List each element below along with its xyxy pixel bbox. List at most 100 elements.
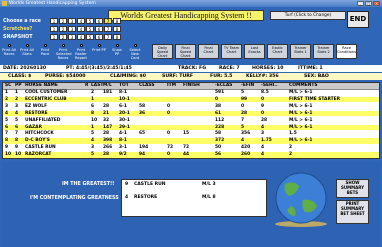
kelly: KELLY#: 356 (246, 74, 279, 79)
table-row[interactable]: 9 9 CASTLE RUN 3 266 3-1 194 72 72 50 420 4 2 (3, 145, 379, 151)
column-header[interactable]: SC (5, 83, 11, 89)
column-header[interactable]: HORSE NAME (25, 83, 58, 89)
column-header[interactable]: -EFIN (241, 83, 254, 89)
chart-button-0[interactable]: Daily Speed Chart (152, 44, 173, 59)
snapshot-button-1[interactable]: 1 (50, 34, 58, 40)
table-cell: 58 (215, 131, 222, 137)
option-6[interactable]: Show PP (110, 44, 124, 56)
table-row[interactable]: 5 5 UNAFFILIATED 10 32 30-1 112 7 28 M/L > 6-1 (3, 118, 379, 124)
column-header[interactable]: FINISH (183, 83, 200, 89)
table-row[interactable]: 3 3 EZ WOLF 6 28 6-1 58 0 38 0 9 M/L > 6-1 (3, 104, 379, 110)
table-row[interactable]: 4 4 RESTORE 8 21 20-1 36 0 61 28 0 M/L > 6-1 (3, 110, 379, 117)
option-1[interactable]: Print All Stats (20, 44, 34, 56)
table-row[interactable]: 2 2 ECCENTRIC CLUB 1 10-1 0 99 0 FIRST TIME STAR… (3, 96, 379, 103)
column-header[interactable]: ITM (167, 83, 176, 89)
chart-button-8[interactable]: Race Conditions (336, 44, 357, 59)
option-7[interactable]: Select New Card (128, 44, 142, 60)
option-2[interactable]: Print Pace (38, 44, 52, 56)
chart-button-2[interactable]: Final Chart (198, 44, 219, 59)
snapshot-button-7[interactable]: 7 (104, 34, 112, 40)
column-header[interactable]: CLASS (139, 83, 155, 89)
column-header[interactable]: LAST (91, 83, 103, 89)
table-cell: 29-1 (119, 124, 130, 130)
table-cell: 5 (91, 131, 95, 137)
table-cell: M/L > 6-1 (289, 110, 313, 116)
column-header[interactable]: COMMENTS (289, 83, 318, 89)
chart-button-4[interactable]: Last Exacta (244, 44, 265, 59)
table-row[interactable]: 1 1 COOL CUSTOMER 2 181 8-1 591 5 8.5 M/L > 6-1 (3, 90, 379, 96)
race-button-3[interactable]: 3 (68, 18, 76, 24)
column-header[interactable]: M/L (103, 83, 112, 89)
table-cell: 44 (183, 152, 190, 158)
table-cell: 0 (215, 96, 219, 102)
scratch-button-7[interactable]: 7 (104, 26, 112, 32)
snapshot-button-6[interactable]: 6 (95, 34, 103, 40)
column-header[interactable]: -SEHI.. (261, 83, 278, 89)
maximize-icon[interactable]: □ (365, 1, 372, 6)
table-row[interactable]: 10 10 RAZORCAT 5 28 9/2 94 0 44 56 260 4 2 (3, 152, 379, 158)
table-cell: M/L > 6-1 (289, 90, 313, 95)
radio-icon (97, 44, 101, 47)
end-button[interactable]: END (347, 11, 369, 28)
contemplating-label: I'M CONTEMPLATING GREATNESS (30, 196, 119, 201)
table-cell: 0 (261, 96, 265, 102)
scratch-button-4[interactable]: 4 (77, 26, 85, 32)
snapshot-button-4[interactable]: 4 (77, 34, 85, 40)
table-cell: 5 (5, 117, 9, 123)
table-cell: 28 (103, 103, 110, 109)
show-summary-bets-button[interactable]: SHOW SUMMARY BETS (336, 179, 369, 198)
column-header[interactable]: TOT (119, 83, 129, 89)
table-cell: 5 (15, 117, 19, 123)
chart-button-5[interactable]: Exotic Chart (267, 44, 288, 59)
table-cell: 9/2 (119, 152, 127, 158)
option-4[interactable]: Print Roster Report (74, 44, 88, 60)
table-cell: 7 (15, 131, 19, 137)
scratch-button-1[interactable]: 1 (50, 26, 58, 32)
table-cell: HITCHCOCK (25, 131, 54, 137)
turf-button[interactable]: Turf (Click to Change) (270, 11, 346, 20)
table-cell: 3 (15, 103, 19, 109)
column-header[interactable]: -ECLAS (215, 83, 232, 89)
chart-button-6[interactable]: Trainer Stats 1 (290, 44, 311, 59)
scratch-button-6[interactable]: 6 (95, 26, 103, 32)
snapshot-button-3[interactable]: 3 (68, 34, 76, 40)
chart-button-7[interactable]: Trainer Stats 2 (313, 44, 334, 59)
race-button-7[interactable]: 7 (104, 18, 112, 24)
race-button-4[interactable]: 4 (77, 18, 85, 24)
table-cell: 28 (103, 131, 110, 137)
column-header[interactable]: R (85, 83, 88, 89)
scratch-button-5[interactable]: 5 (86, 26, 94, 32)
snapshot-button-5[interactable]: 5 (86, 34, 94, 40)
scratch-button-3[interactable]: 3 (68, 26, 76, 32)
close-icon[interactable]: × (373, 1, 380, 6)
snapshot-button-8[interactable]: 8 (113, 34, 121, 40)
print-summary-bet-sheet-button[interactable]: PRINT SUMMARY BET SHEET (336, 200, 369, 224)
race-button-6[interactable]: 6 (95, 18, 103, 24)
table-cell: 8-1 (119, 138, 127, 144)
table-row[interactable]: 7 7 HITCHCOCK 5 28 4-1 65 0 15 58 356 3 1.5 (3, 131, 379, 137)
scratch-button-2[interactable]: 2 (59, 26, 67, 32)
table-cell: 4 (261, 145, 265, 151)
option-0[interactable]: Print All Races (2, 44, 16, 56)
option-5[interactable]: Print PP (92, 44, 106, 52)
chart-button-3[interactable]: TV Team Chart (221, 44, 242, 59)
option-3[interactable]: Print Selected Races (56, 44, 72, 60)
table-cell: EZ WOLF (25, 103, 48, 109)
post-time: PT: 4:45/(3:45)/2:45/1:45 (66, 66, 132, 71)
table-row[interactable]: 6 6 GAZAR 1 147 29-1 228 5 4 M/L > 6-1 (3, 124, 379, 131)
track: TRACK: FG (178, 66, 207, 71)
race-button-1[interactable]: 1 (50, 18, 58, 24)
race-button-2[interactable]: 2 (59, 18, 67, 24)
table-cell: 30-1 (119, 117, 130, 123)
chart-button-1[interactable]: Final Speed Chart (175, 44, 196, 59)
table-row[interactable]: 8 8 D-C BOY'S 4 398 8-1 372 4 1.75 M/L > 6-1 (3, 138, 379, 144)
table-cell: 420 (241, 145, 251, 151)
race-button-8[interactable]: 8 (113, 18, 121, 24)
table-cell: 4 (15, 110, 19, 116)
scratch-button-8[interactable]: 8 (113, 26, 121, 32)
snapshot-button-2[interactable]: 2 (59, 34, 67, 40)
race-button-5[interactable]: 5 (86, 18, 94, 24)
column-header[interactable]: PP (15, 83, 21, 89)
table-cell: CASTLE RUN (25, 145, 56, 151)
minimize-icon[interactable]: _ (357, 1, 364, 6)
